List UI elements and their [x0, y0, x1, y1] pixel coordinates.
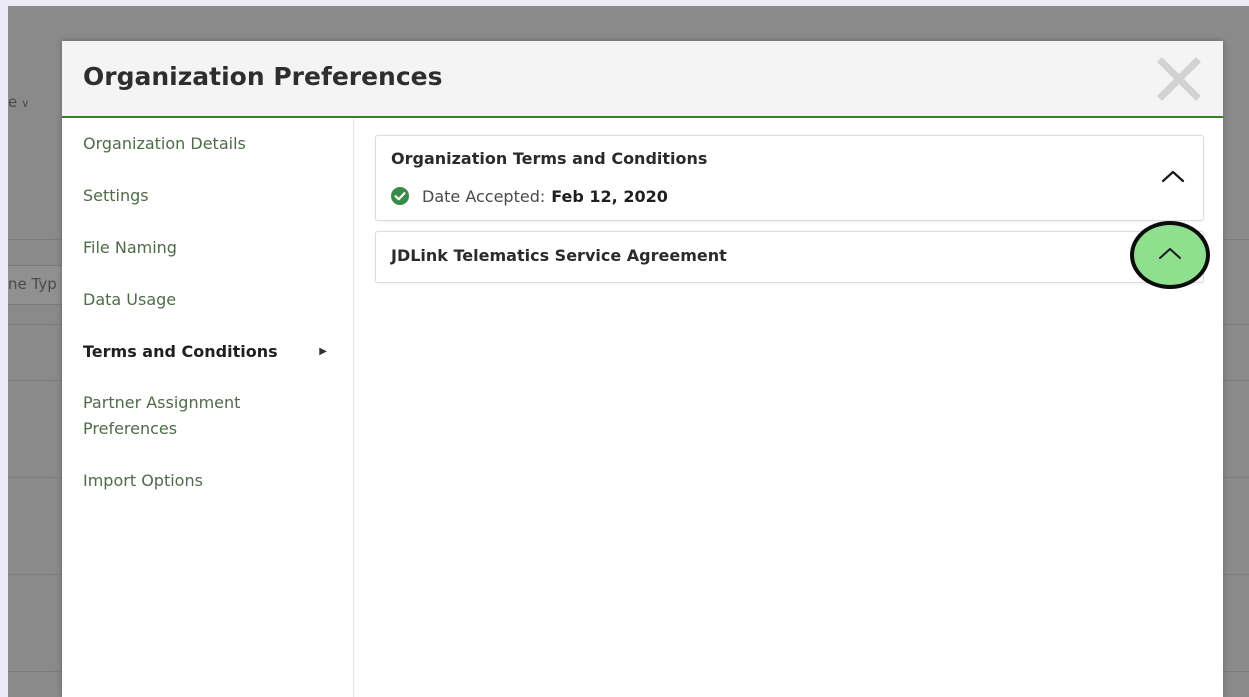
sidebar-item-organization-details[interactable]: Organization Details: [83, 131, 343, 157]
sidebar-item-data-usage[interactable]: Data Usage: [83, 287, 343, 313]
sidebar-item-file-naming[interactable]: File Naming: [83, 235, 343, 261]
date-accepted-row: Date Accepted: Feb 12, 2020: [391, 184, 668, 208]
sidebar-item-terms-and-conditions[interactable]: Terms and Conditions ▶: [83, 339, 343, 365]
sidebar-item-settings[interactable]: Settings: [83, 183, 343, 209]
panel-title: Organization Terms and Conditions: [391, 149, 708, 168]
background-column-header-text: ne Typ: [8, 275, 57, 293]
collapse-organization-terms-button[interactable]: [1159, 166, 1187, 188]
check-circle-icon: [391, 187, 409, 205]
chevron-up-icon: [1161, 170, 1185, 183]
close-x-icon: [1157, 57, 1201, 101]
caret-right-icon: ▶: [319, 346, 327, 357]
chevron-up-icon: [1159, 248, 1181, 259]
preferences-sidebar: Organization Details Settings File Namin…: [62, 118, 354, 697]
panel-title: JDLink Telematics Service Agreement: [391, 246, 727, 265]
background-dropdown-text: e ∨: [8, 93, 30, 111]
background-column-header: ne Typ: [8, 265, 65, 305]
chevron-down-icon: ∨: [21, 97, 30, 110]
jdlink-service-agreement-panel: JDLink Telematics Service Agreement: [375, 231, 1204, 283]
close-button[interactable]: [1155, 55, 1203, 103]
date-accepted-label: Date Accepted:: [422, 186, 546, 206]
organization-terms-panel: Organization Terms and Conditions Date A…: [375, 135, 1204, 221]
sidebar-item-label: Terms and Conditions: [83, 342, 278, 361]
sidebar-item-import-options[interactable]: Import Options: [83, 468, 343, 494]
date-accepted-value: Feb 12, 2020: [551, 186, 668, 206]
organization-preferences-modal: Organization Preferences Organization De…: [62, 41, 1223, 697]
expand-jdlink-agreement-button[interactable]: [1130, 221, 1210, 289]
modal-title: Organization Preferences: [83, 62, 443, 91]
modal-header: Organization Preferences: [62, 41, 1223, 118]
sidebar-item-partner-assignment-preferences[interactable]: Partner Assignment Preferences: [83, 390, 283, 442]
